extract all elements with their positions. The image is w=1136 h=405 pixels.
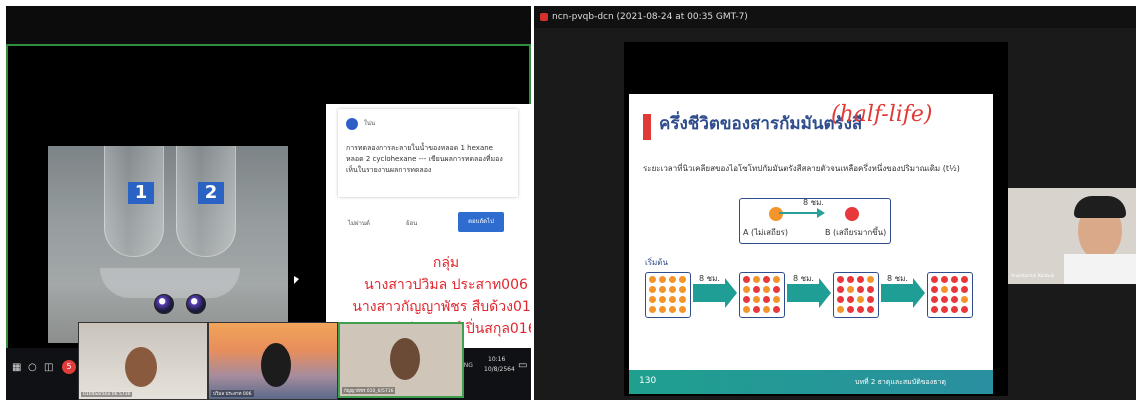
next-button[interactable]: ตอบถัดไป bbox=[458, 212, 504, 232]
step-arrow-1-head bbox=[725, 278, 737, 308]
nuclei-grid-1 bbox=[645, 272, 691, 318]
presenter-name: Anantachai Konbuk bbox=[1011, 274, 1055, 279]
mouse-cursor-icon bbox=[294, 276, 299, 284]
comment-author: ใน่น bbox=[364, 120, 376, 127]
avatar bbox=[346, 118, 358, 130]
meeting-title: ncn-pvqb-dcn (2021-08-24 at 00:35 GMT-7) bbox=[552, 12, 748, 22]
step-arrow-2 bbox=[787, 284, 821, 302]
task-view-icon[interactable]: ◫ bbox=[44, 362, 53, 373]
label-a: A (ไม่เสถียร) bbox=[743, 228, 788, 237]
sticker-eye-left bbox=[154, 294, 174, 314]
participant-tile-2[interactable]: ปวิมล ประสาท 006 bbox=[208, 322, 338, 400]
slide-footer: 130 บทที่ 2 ธาตุและสมบัติของธาตุ bbox=[629, 370, 993, 394]
start-label: เริ่มต้น bbox=[645, 258, 668, 267]
recording-icon bbox=[540, 13, 548, 21]
tube-label-1: 1 bbox=[128, 182, 154, 204]
participant-tile-1[interactable]: 0104Sarana 06 5716 bbox=[78, 322, 208, 400]
shared-screen: 1 2 ใน่น การทดลองการละลายในน้ำของหลอด 1 … bbox=[6, 44, 531, 394]
test-tube-photo: 1 2 bbox=[48, 146, 288, 343]
window-titlebar bbox=[6, 6, 531, 44]
step-arrow-1 bbox=[693, 284, 727, 302]
search-icon[interactable]: ○ bbox=[28, 362, 37, 373]
presenter-shirt bbox=[1064, 254, 1136, 284]
sticker-eye-right bbox=[186, 294, 206, 314]
step-label-2: 8 ชม. bbox=[793, 274, 814, 283]
page-number: 130 bbox=[639, 376, 657, 386]
decay-arrow bbox=[779, 212, 819, 214]
slide: ครึ่งชีวิตของสารกัมมันตรังสี (half-life)… bbox=[629, 94, 993, 394]
nuclei-grid-2 bbox=[739, 272, 785, 318]
interval-label: 8 ชม. bbox=[803, 198, 824, 207]
nuclei-grid-3 bbox=[833, 272, 879, 318]
presenter-hair bbox=[1074, 196, 1126, 218]
step-arrow-3 bbox=[881, 284, 915, 302]
comment-card: ใน่น การทดลองการละลายในน้ำของหลอด 1 hexa… bbox=[338, 109, 518, 197]
nuclei-grid-4 bbox=[927, 272, 973, 318]
label-b: B (เสถียรมากขึ้น) bbox=[825, 228, 887, 237]
step-label-1: 8 ชม. bbox=[699, 274, 720, 283]
participant-face bbox=[261, 343, 291, 387]
comment-text: การทดลองการละลายในน้ำของหลอด 1 hexane หล… bbox=[346, 144, 503, 174]
group-title: กลุ่ม bbox=[432, 255, 460, 271]
clock-time[interactable]: 10:16 bbox=[488, 356, 505, 363]
nucleus-b bbox=[845, 207, 859, 221]
participant-face bbox=[125, 347, 157, 387]
step-label-3: 8 ชม. bbox=[887, 274, 908, 283]
member-2: นางสาวกัญญาพัชร สืบด้วง010 bbox=[352, 299, 531, 315]
windows-start-icon[interactable]: ▦ bbox=[12, 362, 21, 373]
left-screenshot: 1 2 ใน่น การทดลองการละลายในน้ำของหลอด 1 … bbox=[6, 6, 531, 400]
member-1: นางสาวปวิมล ประสาท006 bbox=[364, 277, 528, 293]
participant-name: ปวิมล ประสาท 006 bbox=[211, 390, 254, 397]
return-button[interactable]: ย้อน bbox=[406, 218, 417, 228]
liquid-layer bbox=[100, 268, 240, 298]
decay-arrow-head bbox=[817, 208, 825, 218]
meeting-titlebar: ncn-pvqb-dcn (2021-08-24 at 00:35 GMT-7) bbox=[534, 6, 1136, 28]
step-arrow-2-head bbox=[819, 278, 831, 308]
nucleus-a bbox=[769, 207, 783, 221]
title-accent-bar bbox=[643, 114, 651, 140]
tube-label-2: 2 bbox=[198, 182, 224, 204]
participant-face bbox=[390, 338, 420, 380]
footer-text: บทที่ 2 ธาตุและสมบัติของธาตุ bbox=[855, 378, 946, 386]
right-screenshot: ncn-pvqb-dcn (2021-08-24 at 00:35 GMT-7)… bbox=[534, 6, 1136, 400]
notification-badge[interactable]: 5 bbox=[62, 360, 76, 374]
participant-name: 0104Sarana 06 5716 bbox=[81, 392, 133, 397]
clock-date[interactable]: 10/8/2564 bbox=[484, 366, 515, 373]
reject-button[interactable]: ไม่ผ่านด์ bbox=[348, 218, 370, 228]
slide-title-english: (half-life) bbox=[831, 102, 933, 127]
presenter-webcam: Anantachai Konbuk bbox=[1008, 188, 1136, 284]
notification-center-icon[interactable]: ▭ bbox=[518, 360, 527, 371]
slide-definition: ระยะเวลาที่นิวเคลียสของไอโซโทปกัมมันตรัง… bbox=[643, 164, 960, 173]
step-arrow-3-head bbox=[913, 278, 925, 308]
participant-name: กัญญาพัชร 010_6/5716 bbox=[342, 387, 396, 394]
participant-tile-3[interactable]: กัญญาพัชร 010_6/5716 bbox=[338, 322, 464, 398]
